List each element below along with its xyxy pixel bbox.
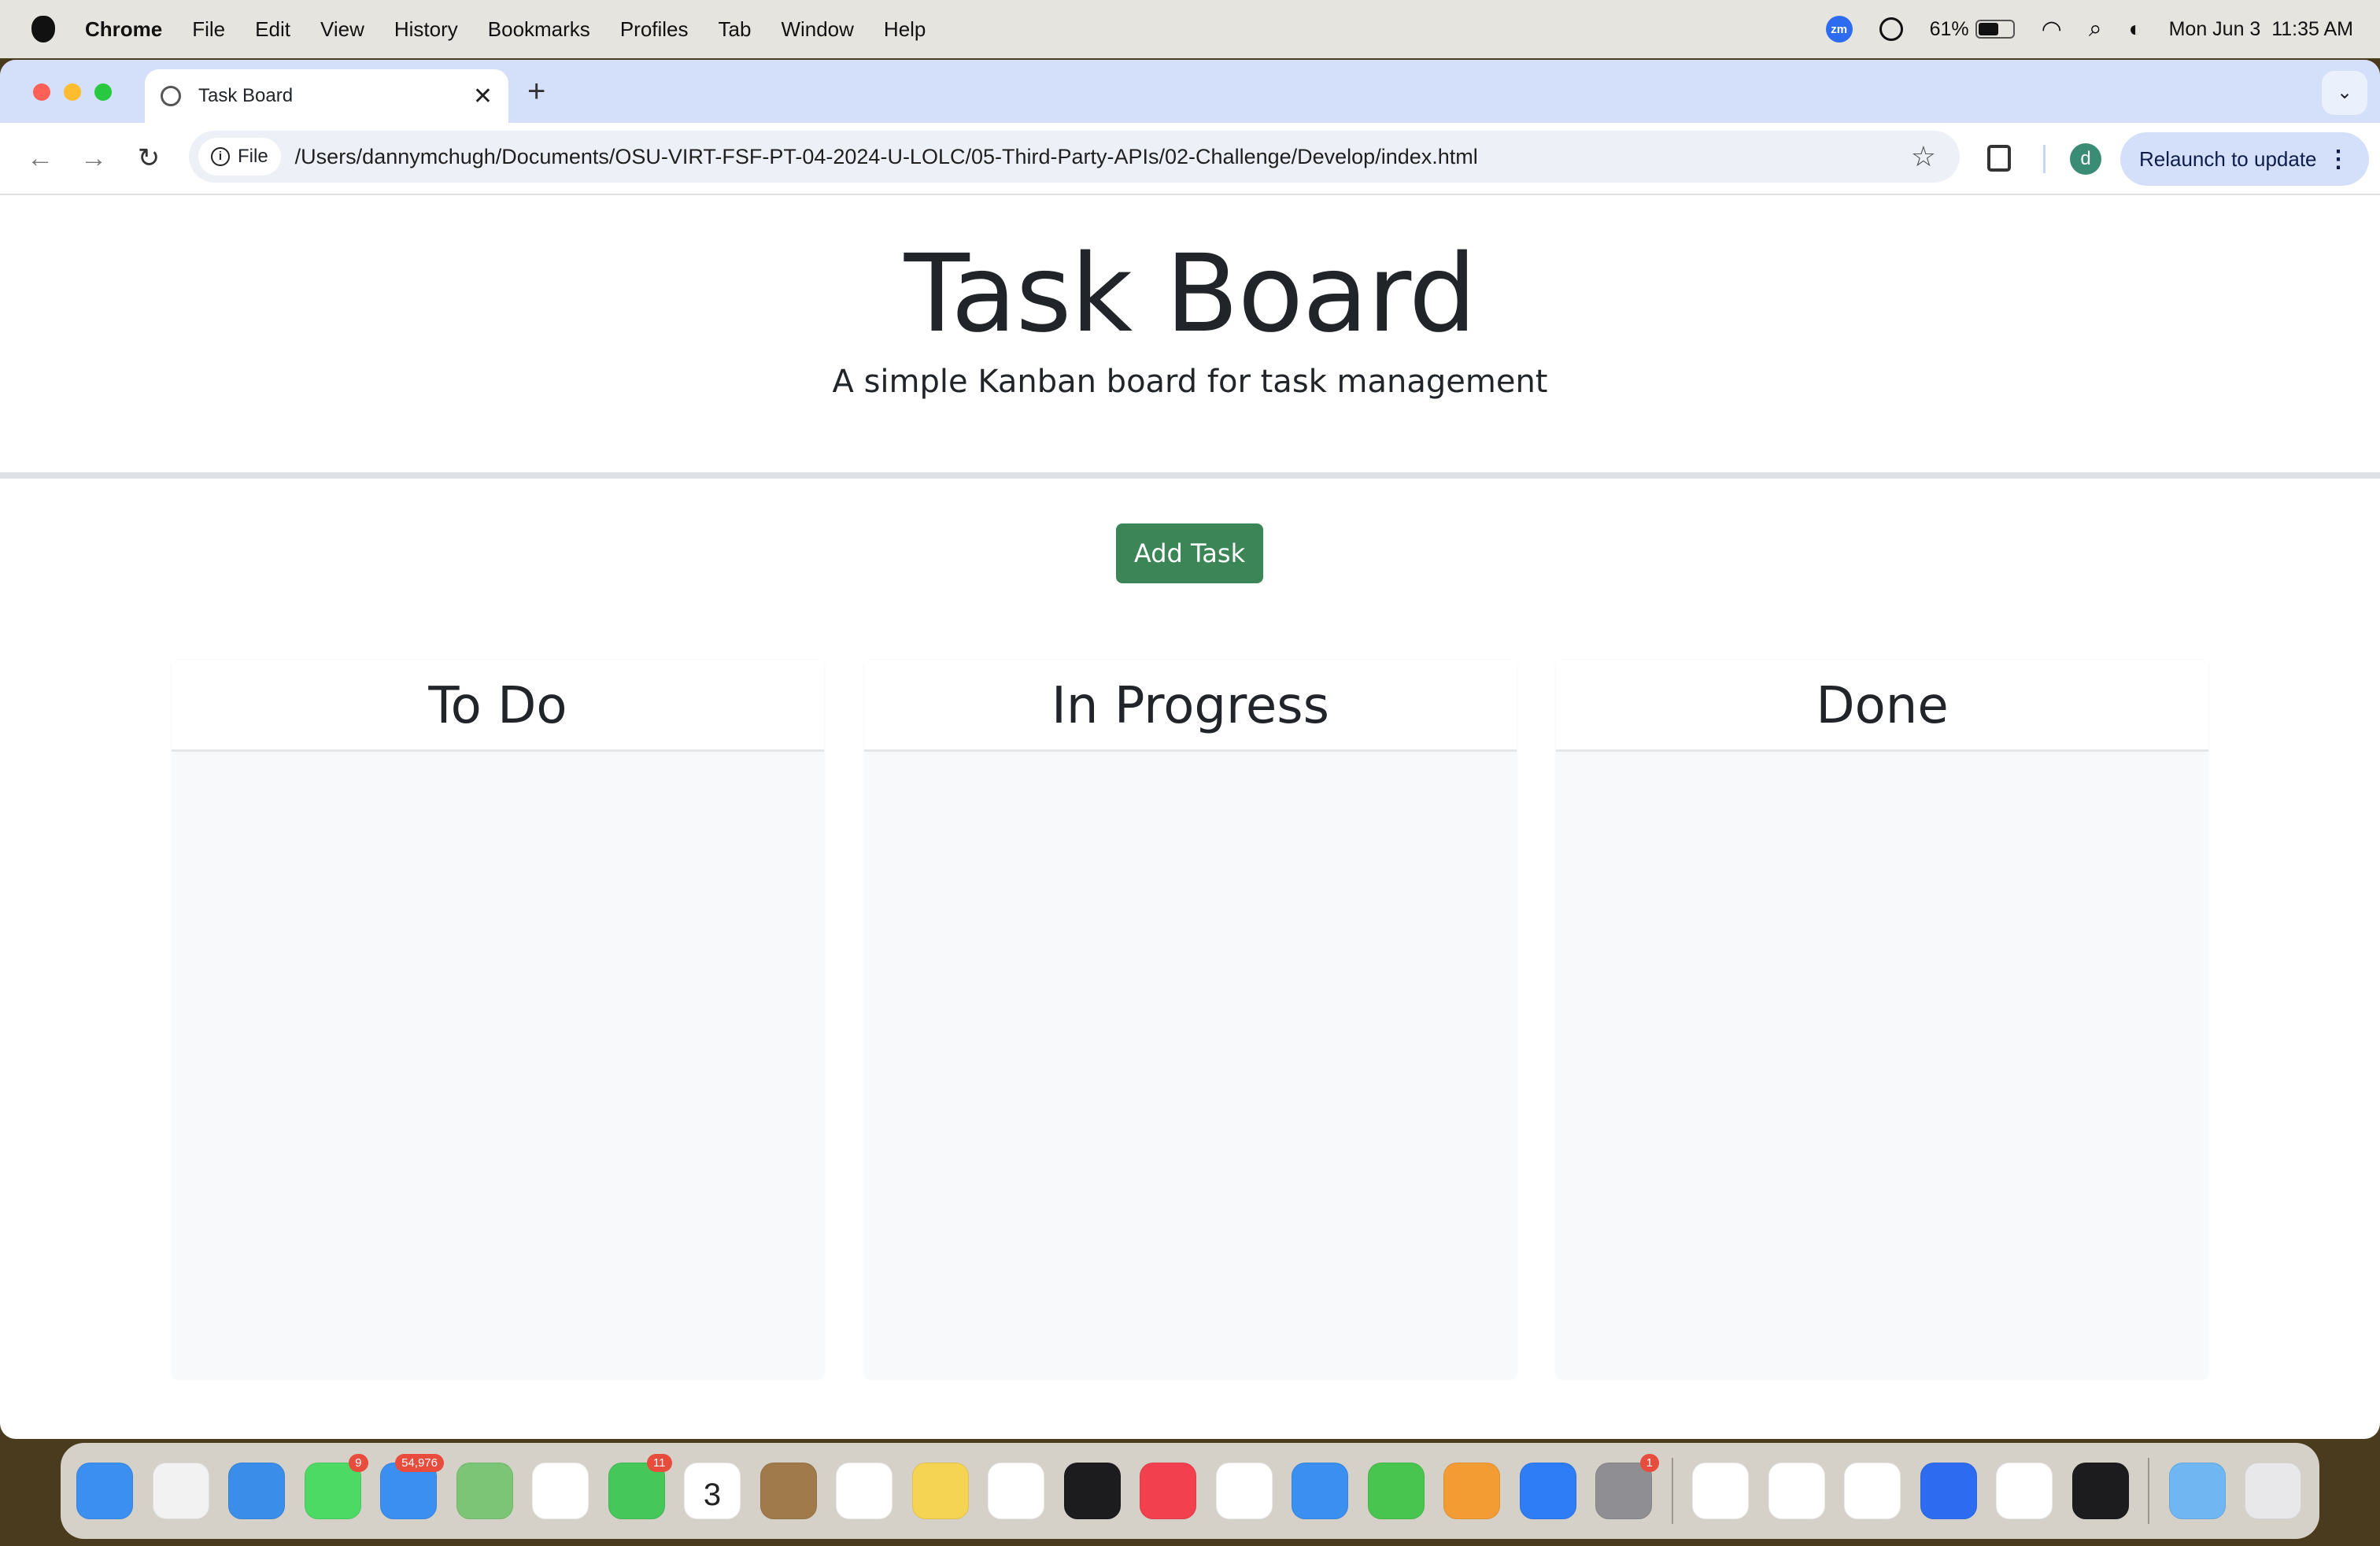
relaunch-to-update-button[interactable]: Relaunch to update ⋮ — [2120, 132, 2369, 186]
dock-system-settings-icon[interactable]: 1 — [1595, 1454, 1659, 1519]
dock-pages-icon[interactable] — [1443, 1463, 1500, 1519]
dock-app-store-icon[interactable] — [1519, 1463, 1576, 1519]
site-info-label: File — [238, 146, 268, 167]
dock-chrome-dev-icon[interactable] — [1768, 1463, 1825, 1519]
battery-icon — [1975, 20, 2015, 39]
dock-calendar-icon[interactable]: 3 — [684, 1463, 741, 1519]
apple-icon[interactable] — [31, 16, 55, 43]
tab-search-chevron-icon[interactable]: ⌄ — [2322, 71, 2367, 115]
battery-percent: 61% — [1929, 17, 1969, 40]
address-bar[interactable]: i File /Users/dannymchugh/Documents/OSU-… — [189, 131, 1960, 183]
close-tab-icon[interactable]: ✕ — [473, 83, 493, 110]
dock-news-icon[interactable] — [1215, 1463, 1273, 1519]
search-icon[interactable]: ⌕ — [2089, 16, 2102, 43]
page-title: Task Board — [904, 232, 1476, 357]
toolbar-divider — [2043, 145, 2046, 173]
dock-maps-icon[interactable] — [456, 1463, 513, 1519]
profile-avatar[interactable]: d — [2070, 143, 2101, 175]
wifi-icon[interactable]: ◠ — [2042, 16, 2062, 43]
dock-divider — [2148, 1458, 2149, 1524]
menu-tab[interactable]: Tab — [719, 17, 752, 42]
minimize-window-button[interactable] — [64, 83, 81, 101]
bookmark-star-icon[interactable]: ☆ — [1911, 140, 1936, 173]
close-window-button[interactable] — [33, 83, 50, 101]
dock-safari-icon[interactable] — [228, 1463, 285, 1519]
kebab-menu-icon[interactable]: ⋮ — [2326, 146, 2350, 173]
dock-messages-icon[interactable]: 9 — [304, 1454, 368, 1519]
menu-file[interactable]: File — [192, 17, 225, 42]
dock-keynote-icon[interactable] — [1292, 1463, 1348, 1519]
relaunch-label: Relaunch to update — [2139, 146, 2317, 171]
window-controls — [33, 83, 112, 101]
column-header: In Progress — [864, 660, 1517, 752]
url-text[interactable]: /Users/dannymchugh/Documents/OSU-VIRT-FS… — [295, 145, 1478, 169]
control-center-icon[interactable]: ◐ — [2129, 17, 2142, 42]
zoom-window-button[interactable] — [94, 83, 112, 101]
dock-terminal-icon[interactable] — [2071, 1463, 2129, 1519]
battery-status[interactable]: 61% — [1930, 18, 2015, 41]
column-header: To Do — [172, 660, 824, 752]
page-content: Task Board A simple Kanban board for tas… — [0, 195, 2380, 1439]
dock-contacts-icon[interactable] — [759, 1463, 817, 1519]
menu-view[interactable]: View — [320, 17, 364, 42]
column-done: Done — [1556, 660, 2208, 1379]
menu-app-chrome[interactable]: Chrome — [85, 17, 162, 42]
dock-facetime-icon[interactable]: 11 — [608, 1454, 672, 1519]
reload-icon[interactable]: ↻ — [131, 142, 167, 174]
zoom-status-icon[interactable]: zm — [1825, 16, 1853, 43]
dock-trash-icon[interactable] — [2245, 1463, 2301, 1519]
dock-slack-icon[interactable] — [1692, 1463, 1749, 1519]
dock-badge: 9 — [349, 1454, 368, 1472]
dock-finder-icon[interactable] — [76, 1463, 133, 1519]
site-info-chip[interactable]: i File — [198, 138, 281, 176]
menu-help[interactable]: Help — [884, 17, 926, 42]
datetime[interactable]: Mon Jun 3 11:35 AM — [2169, 18, 2353, 41]
dock-reminders-icon[interactable] — [836, 1463, 893, 1519]
add-task-button[interactable]: Add Task — [1116, 523, 1263, 583]
dock-numbers-icon[interactable] — [1367, 1463, 1425, 1519]
column-header: Done — [1556, 660, 2208, 752]
menu-history[interactable]: History — [394, 17, 458, 42]
menu-window[interactable]: Window — [781, 17, 853, 42]
tab-task-board[interactable]: Task Board ✕ — [145, 69, 508, 123]
calendar-day: 3 — [703, 1478, 722, 1512]
dock-vscode-icon[interactable] — [1996, 1463, 2053, 1519]
menu-bar: Chrome File Edit View History Bookmarks … — [0, 0, 2380, 58]
back-icon[interactable]: ← — [22, 143, 58, 174]
globe-icon — [161, 86, 181, 106]
menu-bookmarks[interactable]: Bookmarks — [488, 17, 590, 42]
tab-strip: Task Board ✕ + ⌄ — [0, 60, 2380, 123]
extensions-puzzle-icon[interactable] — [1987, 145, 2011, 172]
dock-downloads-folder-icon[interactable] — [2168, 1463, 2226, 1519]
dock-badge: 11 — [646, 1454, 672, 1472]
menu-edit[interactable]: Edit — [255, 17, 290, 42]
forward-icon[interactable]: → — [76, 143, 112, 174]
page-subtitle: A simple Kanban board for task managemen… — [832, 364, 1548, 400]
dock: 9 54,976 11 3 1 — [61, 1443, 2319, 1539]
dock-badge: 1 — [1639, 1454, 1659, 1472]
dock-launchpad-icon[interactable] — [152, 1463, 209, 1519]
page-header: Task Board A simple Kanban board for tas… — [0, 195, 2380, 479]
dock-chrome-icon[interactable] — [1844, 1463, 1901, 1519]
dock-zoom-icon[interactable] — [1920, 1463, 1977, 1519]
dock-mail-icon[interactable]: 54,976 — [380, 1454, 444, 1519]
column-in-progress: In Progress — [864, 660, 1517, 1379]
dock-divider — [1671, 1458, 1673, 1524]
dock-badge: 54,976 — [395, 1454, 444, 1472]
new-tab-button[interactable]: + — [527, 74, 545, 109]
dock-notes-icon[interactable] — [911, 1463, 969, 1519]
info-icon: i — [211, 147, 230, 166]
dock-freeform-icon[interactable] — [988, 1463, 1044, 1519]
play-icon[interactable] — [1879, 17, 1903, 41]
tab-title: Task Board — [198, 85, 294, 106]
dock-photos-icon[interactable] — [532, 1463, 589, 1519]
menu-profiles[interactable]: Profiles — [620, 17, 689, 42]
browser-window: Task Board ✕ + ⌄ ← → ↻ i File /Users/dan… — [0, 60, 2380, 1439]
column-todo: To Do — [172, 660, 824, 1379]
browser-toolbar: ← → ↻ i File /Users/dannymchugh/Document… — [0, 123, 2380, 195]
dock-music-icon[interactable] — [1140, 1463, 1196, 1519]
dock-apple-tv-icon[interactable] — [1063, 1463, 1121, 1519]
